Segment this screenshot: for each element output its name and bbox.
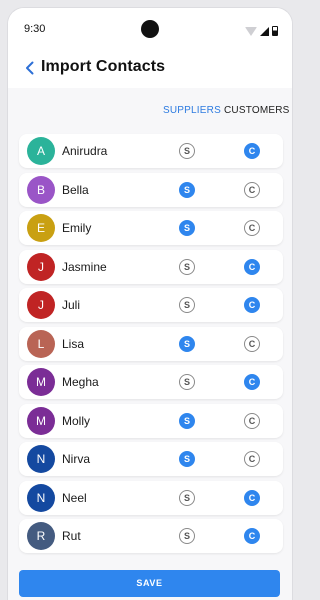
customer-radio[interactable]: C <box>244 258 260 275</box>
customer-radio[interactable]: C <box>244 297 260 313</box>
contact-row[interactable]: M Megha S C <box>19 365 283 399</box>
signal-icon <box>260 26 269 36</box>
avatar: J <box>27 252 55 281</box>
supplier-radio[interactable]: S <box>179 181 195 198</box>
contact-row[interactable]: N Neel S C <box>19 480 283 515</box>
contact-name: Lisa <box>62 336 85 351</box>
contact-row[interactable]: A Anirudra S C <box>19 134 283 168</box>
avatar: N <box>27 483 55 512</box>
avatar: M <box>27 368 55 396</box>
tab-suppliers[interactable]: SUPPLIERS <box>163 105 221 116</box>
contact-name: Anirudra <box>62 144 108 158</box>
save-button[interactable]: SAVE <box>19 570 280 597</box>
supplier-radio[interactable]: S <box>179 451 195 467</box>
contact-name: Neel <box>62 490 87 505</box>
customer-radio[interactable]: C <box>244 220 260 236</box>
contact-name: Molly <box>62 413 91 428</box>
contact-row[interactable]: L Lisa S C <box>19 326 283 361</box>
customer-radio[interactable]: C <box>244 143 260 159</box>
contact-type-tabs: SUPPLIERS CUSTOMERS <box>8 98 292 124</box>
customer-radio[interactable]: C <box>244 335 260 352</box>
contact-row[interactable]: M Molly S C <box>19 403 283 438</box>
supplier-radio[interactable]: S <box>179 528 195 544</box>
supplier-radio[interactable]: S <box>179 412 195 429</box>
contact-row[interactable]: B Bella S C <box>19 172 283 207</box>
status-time: 9:30 <box>24 23 46 35</box>
avatar: N <box>27 445 55 473</box>
contact-row[interactable]: N Nirva S C <box>19 442 283 476</box>
back-arrow-icon[interactable] <box>20 58 40 78</box>
contact-name: Jasmine <box>62 259 107 274</box>
contact-name: Emily <box>62 221 92 235</box>
contact-list: A Anirudra S C B Bella S C E Emily S C J Jasmine S C J Ju… <box>19 134 283 558</box>
contact-name: Rut <box>62 529 81 543</box>
contact-row[interactable]: J Juli S C <box>19 288 283 322</box>
supplier-radio[interactable]: S <box>179 143 195 159</box>
customer-radio[interactable]: C <box>244 374 260 390</box>
app-bar: Import Contacts <box>8 48 292 88</box>
customer-radio[interactable]: C <box>244 528 260 544</box>
customer-radio[interactable]: C <box>244 412 260 429</box>
status-icons <box>245 26 278 36</box>
avatar: B <box>27 175 55 204</box>
customer-radio[interactable]: C <box>244 489 260 506</box>
avatar: R <box>27 522 55 550</box>
supplier-radio[interactable]: S <box>179 297 195 313</box>
customer-radio[interactable]: C <box>244 181 260 198</box>
avatar: M <box>27 406 55 435</box>
contact-row[interactable]: R Rut S C <box>19 519 283 553</box>
camera-cutout <box>141 20 159 38</box>
tab-customers[interactable]: CUSTOMERS <box>224 105 290 116</box>
supplier-radio[interactable]: S <box>179 220 195 236</box>
contact-row[interactable]: J Jasmine S C <box>19 249 283 284</box>
avatar: L <box>27 329 55 358</box>
supplier-radio[interactable]: S <box>179 258 195 275</box>
page-title: Import Contacts <box>41 58 166 75</box>
avatar: E <box>27 214 55 242</box>
battery-icon <box>272 26 278 36</box>
avatar: J <box>27 291 55 319</box>
wifi-icon <box>245 26 257 36</box>
status-bar: 9:30 <box>8 8 292 48</box>
supplier-radio[interactable]: S <box>179 335 195 352</box>
phone-screen: 9:30 Import Contacts SUPPLIERS CUSTOMERS… <box>8 8 292 600</box>
contact-name: Juli <box>62 298 81 312</box>
contact-name: Bella <box>62 182 89 197</box>
contact-name: Megha <box>62 375 99 389</box>
contact-row[interactable]: E Emily S C <box>19 211 283 245</box>
supplier-radio[interactable]: S <box>179 374 195 390</box>
supplier-radio[interactable]: S <box>179 489 195 506</box>
avatar: A <box>27 137 55 165</box>
customer-radio[interactable]: C <box>244 451 260 467</box>
contact-name: Nirva <box>62 452 91 466</box>
